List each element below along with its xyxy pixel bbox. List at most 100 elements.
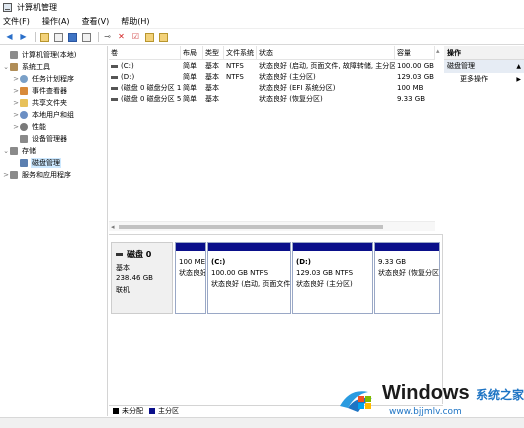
disk-info[interactable]: 磁盘 0 基本 238.46 GB 联机: [111, 242, 173, 314]
partition-size: 100 ME: [179, 258, 206, 266]
actions-pane: 操作 磁盘管理 ▲ 更多操作 ▶: [444, 46, 524, 416]
partition-label: (D:): [296, 258, 312, 266]
table-row[interactable]: (D:) 简单 基本 NTFS 状态良好 (主分区) 129.03 GB 2: [109, 72, 442, 83]
tree-label: 计算机管理(本地): [22, 51, 77, 59]
cell-status: 状态良好 (恢复分区): [259, 95, 323, 103]
cell-type: 基本: [205, 73, 219, 81]
partition-text: 100 ME 状态良好: [179, 257, 206, 279]
partition-text: (C:) 100.00 GB NTFS 状态良好 (启动, 页面文件: [211, 257, 290, 290]
table-row[interactable]: (磁盘 0 磁盘分区 5) 简单 基本 状态良好 (恢复分区) 9.33 GB …: [109, 94, 442, 105]
partition-bar: [375, 243, 439, 251]
legend-primary: 主分区: [149, 406, 179, 416]
toolbar-separator: [98, 32, 99, 42]
up-folder-icon[interactable]: [39, 32, 50, 43]
vertical-scrollbar[interactable]: ▴: [435, 46, 443, 233]
delete-icon[interactable]: ✕: [116, 32, 127, 43]
partition-text: (D:) 129.03 GB NTFS 状态良好 (主分区): [296, 257, 353, 290]
column-header-layout[interactable]: 布局: [181, 46, 203, 60]
cell-capacity: 9.33 GB: [397, 95, 426, 103]
partition-c[interactable]: (C:) 100.00 GB NTFS 状态良好 (启动, 页面文件: [207, 242, 291, 314]
tree-item-shared-folders[interactable]: > 共享文件夹: [12, 97, 68, 109]
open-icon[interactable]: [158, 32, 169, 43]
tree-caret[interactable]: ⌄: [2, 63, 10, 71]
scroll-up-icon[interactable]: ▴: [436, 47, 440, 55]
tree-label: 共享文件夹: [32, 99, 67, 107]
volume-icon: [111, 86, 118, 90]
cell-volume: (磁盘 0 磁盘分区 5): [109, 94, 181, 105]
users-icon: [20, 111, 28, 119]
tree-caret[interactable]: >: [2, 171, 10, 179]
partition-text: 9.33 GB 状态良好 (恢复分区: [378, 257, 439, 279]
menu-view[interactable]: 查看(V): [82, 16, 110, 27]
cell-type: 基本: [205, 95, 219, 103]
cell-type: 基本: [205, 62, 219, 70]
tree-caret[interactable]: >: [12, 87, 20, 95]
more-actions-link[interactable]: 更多操作 ▶: [444, 73, 524, 86]
menu-file[interactable]: 文件(F): [3, 16, 30, 27]
new-folder-icon[interactable]: [144, 32, 155, 43]
properties-icon[interactable]: [81, 32, 92, 43]
table-row[interactable]: (磁盘 0 磁盘分区 1) 简单 基本 状态良好 (EFI 系统分区) 100 …: [109, 83, 442, 94]
back-arrow-icon[interactable]: ◀: [4, 32, 15, 43]
tools-icon: [10, 63, 18, 71]
cell-filesystem: NTFS: [226, 62, 244, 70]
partition-status: 状态良好 (启动, 页面文件: [211, 280, 291, 288]
tree-caret[interactable]: >: [12, 111, 20, 119]
collapse-icon[interactable]: ▲: [516, 60, 521, 73]
tree-caret[interactable]: >: [12, 75, 20, 83]
column-header-volume[interactable]: 卷: [109, 46, 181, 60]
partition-size: 129.03 GB NTFS: [296, 269, 354, 277]
partition-size: 100.00 GB NTFS: [211, 269, 269, 277]
watermark: Windows 系统之家 www.bjjmlv.com: [334, 374, 524, 428]
check-icon[interactable]: ☑: [130, 32, 141, 43]
tree-item-event-viewer[interactable]: > 事件查看器: [12, 85, 68, 97]
legend-unallocated: 未分配: [113, 406, 143, 416]
scrollbar-thumb[interactable]: [119, 225, 383, 229]
tree-item-computer-management[interactable]: 计算机管理(本地): [2, 49, 77, 61]
tree-label: 服务和应用程序: [22, 171, 71, 179]
tree-item-task-scheduler[interactable]: > 任务计划程序: [12, 73, 75, 85]
column-header-filesystem[interactable]: 文件系统: [224, 46, 257, 60]
tree-label: 任务计划程序: [32, 75, 74, 83]
column-header-type[interactable]: 类型: [203, 46, 224, 60]
horizontal-scrollbar[interactable]: ◂ ▸: [109, 221, 442, 231]
partition-recovery[interactable]: 9.33 GB 状态良好 (恢复分区: [374, 242, 440, 314]
tree-caret[interactable]: ⌄: [2, 147, 10, 155]
tree-item-system-tools[interactable]: ⌄ 系统工具: [2, 61, 51, 73]
column-header-status[interactable]: 状态: [257, 46, 395, 60]
connect-icon[interactable]: ⊸: [102, 32, 113, 43]
menu-action[interactable]: 操作(A): [42, 16, 70, 27]
partition-efi[interactable]: 100 ME 状态良好: [175, 242, 206, 314]
windows-logo-icon: [340, 391, 372, 412]
watermark-cn: 系统之家: [476, 388, 524, 402]
tree-item-disk-management[interactable]: 磁盘管理: [12, 157, 61, 169]
tree-item-performance[interactable]: > 性能: [12, 121, 47, 133]
menu-help[interactable]: 帮助(H): [121, 16, 149, 27]
table-row[interactable]: (C:) 简单 基本 NTFS 状态良好 (启动, 页面文件, 故障转储, 主分…: [109, 61, 442, 72]
cell-volume: (C:): [109, 61, 181, 72]
clock-icon: [20, 75, 28, 83]
tree-item-storage[interactable]: ⌄ 存储: [2, 145, 37, 157]
cell-capacity: 100 MB: [397, 84, 424, 92]
partition-status: 状态良好 (恢复分区: [378, 269, 439, 277]
tree-caret[interactable]: >: [12, 123, 20, 131]
tree-label: 存储: [22, 147, 36, 155]
help-icon[interactable]: [67, 32, 78, 43]
show-hide-tree-icon[interactable]: [53, 32, 64, 43]
cell-filesystem: [224, 94, 257, 105]
cell-status: 状态良好 (主分区): [259, 73, 316, 81]
forward-arrow-icon[interactable]: ▶: [18, 32, 29, 43]
volume-name: (磁盘 0 磁盘分区 5): [121, 95, 181, 103]
watermark-brand: Windows: [382, 382, 470, 404]
cell-capacity: 100.00 GB: [397, 62, 434, 70]
tree-item-services-applications[interactable]: > 服务和应用程序: [2, 169, 72, 181]
window-title: 计算机管理: [17, 2, 57, 12]
column-header-capacity[interactable]: 容量: [395, 46, 435, 60]
actions-group-disk-management[interactable]: 磁盘管理 ▲: [444, 60, 524, 73]
tree-label: 系统工具: [22, 63, 50, 71]
tree-item-local-users-groups[interactable]: > 本地用户和组: [12, 109, 75, 121]
scroll-left-icon[interactable]: ◂: [111, 223, 115, 231]
tree-caret[interactable]: >: [12, 99, 20, 107]
partition-d[interactable]: (D:) 129.03 GB NTFS 状态良好 (主分区): [292, 242, 373, 314]
tree-item-device-manager[interactable]: 设备管理器: [12, 133, 68, 145]
